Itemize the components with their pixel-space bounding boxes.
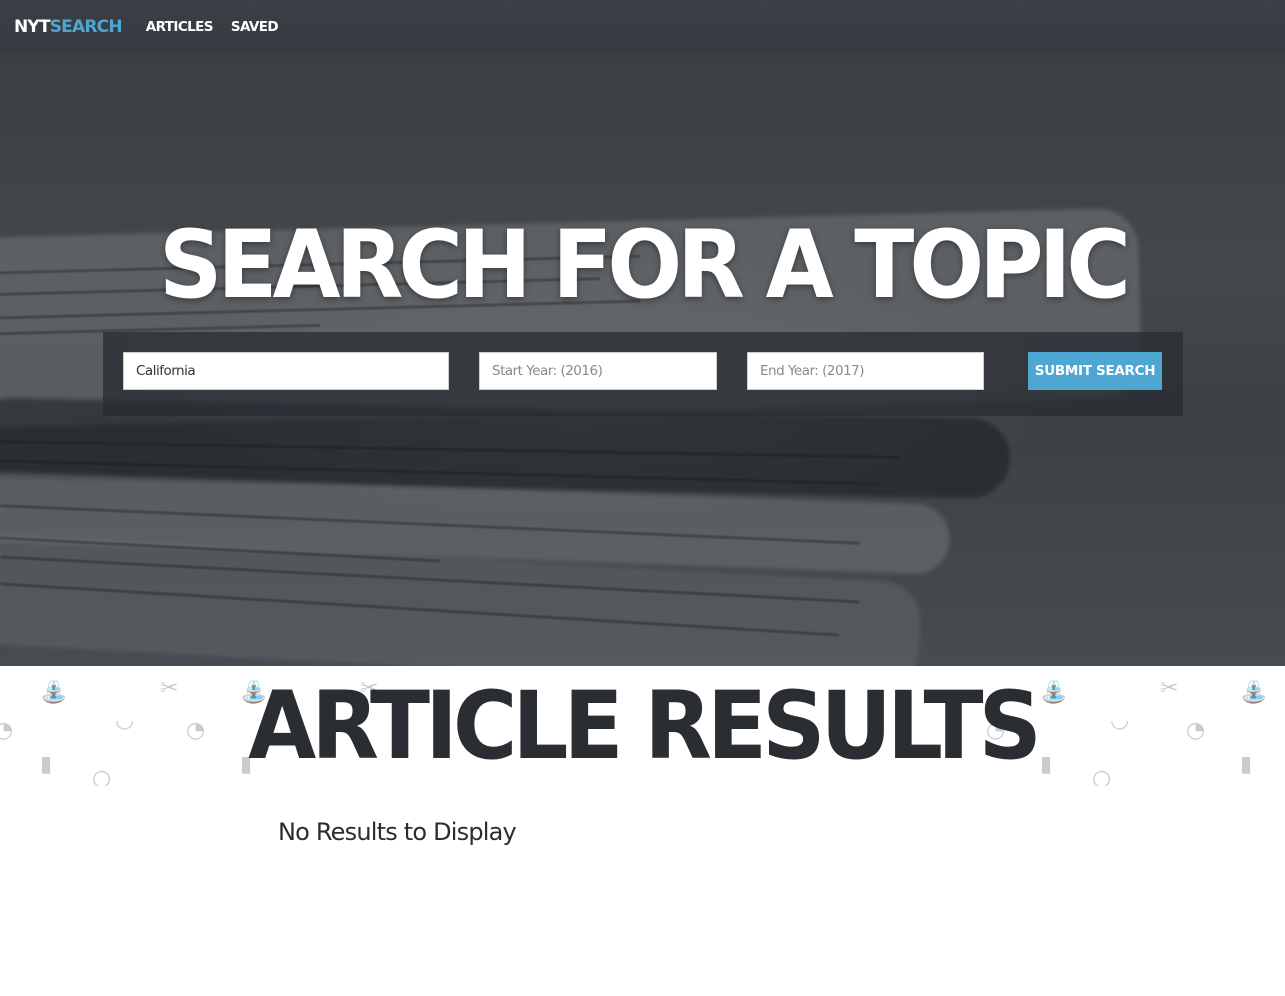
brand-part-search: SEARCH [49, 16, 123, 37]
results-title: ARTICLE RESULTS [248, 670, 1042, 781]
navbar: NYT SEARCH ARTICLES SAVED [0, 0, 1285, 53]
hero-title: SEARCH FOR A TOPIC [159, 209, 1131, 320]
nav-link-articles[interactable]: ARTICLES [146, 19, 214, 35]
end-year-input[interactable] [747, 352, 984, 390]
nav-link-saved[interactable]: SAVED [231, 19, 279, 35]
submit-search-button[interactable]: SUBMIT SEARCH [1028, 352, 1162, 390]
results-header: ⛲ ✂ ⛲ ✂ ⛲ ✂ ⛲ ◔ ◡ ◔ ◡ ◔ ◔ ▮ ○ ▮ ▮ ○ ▮ AR… [0, 666, 1285, 786]
start-year-input[interactable] [479, 352, 717, 390]
topic-input[interactable] [123, 352, 449, 390]
brand-logo[interactable]: NYT SEARCH [14, 16, 123, 37]
no-results-message: No Results to Display [278, 818, 517, 846]
search-form: SUBMIT SEARCH [103, 332, 1183, 416]
hero-section: SEARCH FOR A TOPIC SUBMIT SEARCH [0, 53, 1285, 666]
brand-part-nyt: NYT [14, 16, 51, 37]
